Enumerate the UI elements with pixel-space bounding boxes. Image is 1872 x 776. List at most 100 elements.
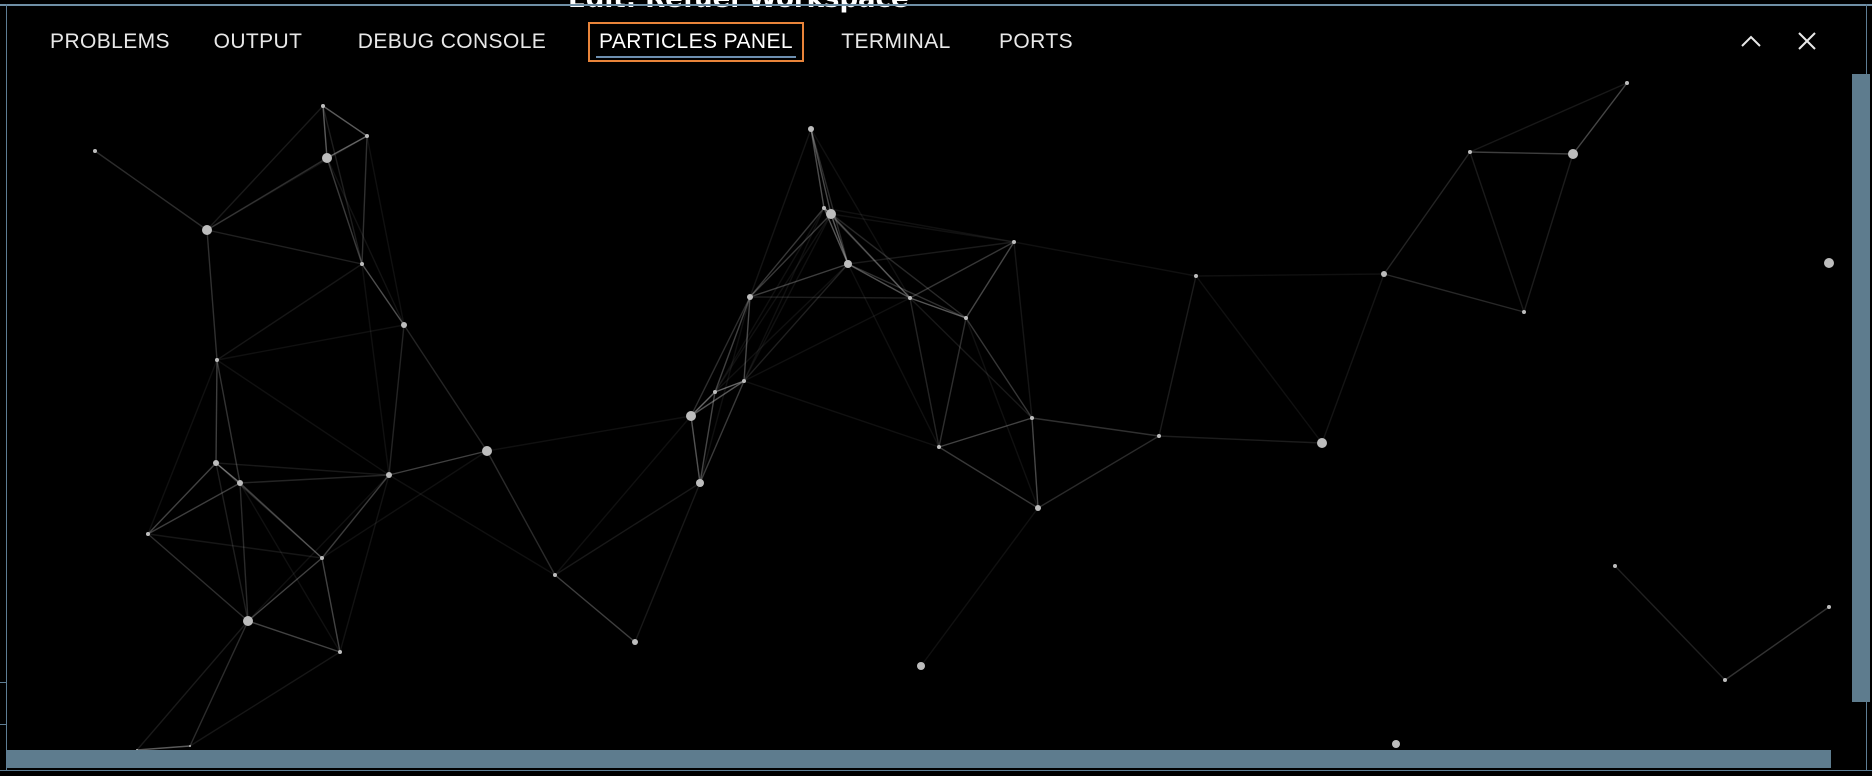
particle-link <box>147 359 218 535</box>
particle-node <box>747 294 753 300</box>
close-icon[interactable] <box>1794 28 1820 54</box>
particle-link <box>690 415 701 484</box>
particle-link <box>1037 435 1160 509</box>
particle-node <box>1723 678 1727 682</box>
particle-node <box>1317 438 1327 448</box>
frame-tick <box>0 682 6 683</box>
particle-link <box>909 297 1033 419</box>
particle-link <box>247 557 323 622</box>
particle-link <box>321 450 488 559</box>
particle-node <box>1194 274 1198 278</box>
tab-problems[interactable]: PROBLEMS <box>46 22 174 62</box>
particle-node <box>322 153 332 163</box>
particle-link <box>938 446 1039 509</box>
particle-link <box>206 229 363 265</box>
particle-link <box>239 482 323 559</box>
particle-node <box>1035 505 1041 511</box>
particle-link <box>136 620 249 750</box>
particle-node <box>321 104 325 108</box>
particle-node <box>401 322 407 328</box>
particles-canvas[interactable] <box>7 74 1852 750</box>
particle-link <box>215 462 390 476</box>
particle-node <box>826 209 836 219</box>
particle-link <box>554 415 692 576</box>
particle-link <box>239 474 390 484</box>
particle-link <box>388 324 405 476</box>
particle-link <box>361 263 390 476</box>
particle-link <box>339 474 390 653</box>
tab-debug-console[interactable]: DEBUG CONSOLE <box>354 22 550 62</box>
particle-link <box>743 380 940 448</box>
particle-link <box>830 213 1015 243</box>
particle-node <box>1157 434 1161 438</box>
particle-link <box>909 297 967 319</box>
particle-link <box>388 474 556 576</box>
tab-output[interactable]: OUTPUT <box>212 22 304 62</box>
particle-node <box>1012 240 1016 244</box>
particle-node <box>1030 416 1034 420</box>
particle-node <box>742 379 746 383</box>
panel-window: Edit: Refuel Workspace PROBLEMS OUTPUT D… <box>0 0 1872 776</box>
particle-node <box>937 445 941 449</box>
active-tab-underline <box>596 56 796 58</box>
particle-link <box>215 359 218 464</box>
vertical-scrollbar[interactable] <box>1852 74 1870 702</box>
particle-node <box>1613 564 1617 568</box>
particle-node <box>365 134 369 138</box>
horizontal-scrollbar[interactable] <box>7 750 1831 768</box>
particle-link <box>830 213 849 265</box>
particle-link <box>486 450 556 576</box>
particle-link <box>920 507 1039 667</box>
particle-link <box>366 135 405 326</box>
particle-node <box>808 126 814 132</box>
particle-node <box>320 556 324 560</box>
panel-actions <box>1738 28 1820 54</box>
tab-ports[interactable]: PORTS <box>997 22 1075 62</box>
particle-node <box>964 316 968 320</box>
particle-link <box>403 324 488 452</box>
particle-node <box>686 411 696 421</box>
particle-link <box>486 415 692 452</box>
particle-link <box>634 482 701 643</box>
particle-node <box>632 639 638 645</box>
particle-link <box>361 135 368 265</box>
particle-node <box>696 479 704 487</box>
particle-node <box>237 480 243 486</box>
particle-node <box>1392 740 1400 748</box>
particle-link <box>1383 273 1525 313</box>
particle-link <box>1195 275 1323 444</box>
particle-link <box>388 450 488 476</box>
particle-link <box>847 263 940 448</box>
particle-node <box>360 262 364 266</box>
particle-link <box>147 482 241 535</box>
particle-link <box>749 213 832 298</box>
particle-node <box>844 260 852 268</box>
particle-link <box>965 317 1033 419</box>
particle-link <box>909 297 940 448</box>
particle-node <box>713 390 717 394</box>
particle-link <box>938 417 1033 448</box>
particle-link <box>1158 275 1197 437</box>
tab-terminal[interactable]: TERMINAL <box>836 22 956 62</box>
frame-bottom-border <box>0 770 1872 771</box>
tab-particles-panel[interactable]: PARTICLES PANEL <box>588 22 804 62</box>
particle-link <box>749 128 812 298</box>
particle-node <box>243 616 253 626</box>
particle-link <box>321 474 390 559</box>
particle-link <box>322 105 363 265</box>
particle-link <box>1469 151 1574 155</box>
particle-link <box>1724 606 1830 681</box>
particle-link <box>247 620 341 653</box>
particle-link <box>749 207 825 298</box>
particle-link <box>810 128 849 265</box>
panel-tab-bar: PROBLEMS OUTPUT DEBUG CONSOLE PARTICLES … <box>7 10 1865 74</box>
particle-link <box>938 317 967 448</box>
chevron-up-icon[interactable] <box>1738 28 1764 54</box>
particle-link <box>1469 82 1628 153</box>
particle-link <box>554 482 701 576</box>
particle-node <box>386 472 392 478</box>
frame-tick <box>0 724 6 725</box>
particle-node <box>1381 271 1387 277</box>
particle-node <box>215 358 219 362</box>
particle-node <box>917 662 925 670</box>
